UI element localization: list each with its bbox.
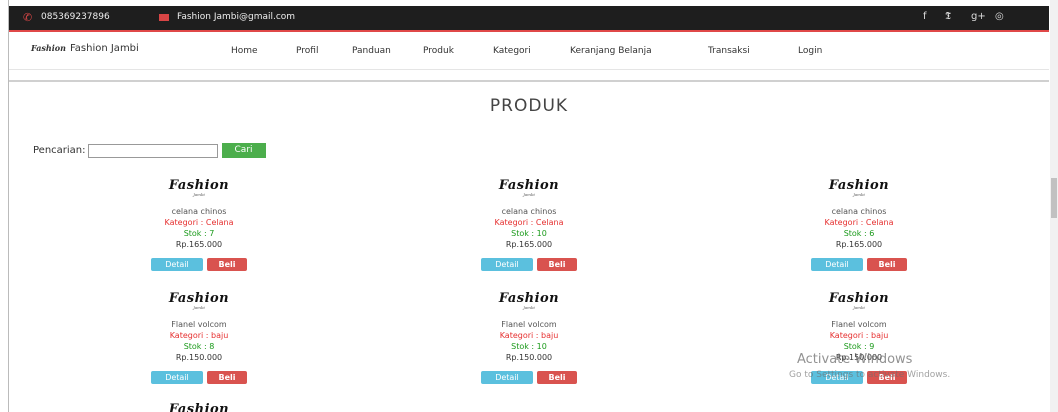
nav-home[interactable]: Home — [231, 46, 258, 56]
detail-button[interactable]: Detail — [151, 371, 203, 384]
product-actions: Detail Beli — [469, 258, 589, 271]
search-form: Pencarian: Cari — [33, 143, 266, 158]
search-input[interactable] — [87, 143, 218, 158]
product-actions: Detail Beli — [139, 258, 259, 271]
product-logo-sub: Jambi — [193, 192, 205, 197]
product-card: Fashion Jambi Flanel volcom Kategori : b… — [139, 291, 259, 384]
product-price: Rp.150.000 — [175, 353, 223, 362]
main-navbar: Fashion Fashion Jambi Home Profil Panduan… — [9, 30, 1049, 70]
beli-button[interactable]: Beli — [537, 371, 577, 384]
brand-name: Fashion Jambi — [69, 43, 139, 54]
product-logo-sub: Jambi — [853, 192, 865, 197]
nav-kategori[interactable]: Kategori — [493, 46, 531, 56]
nav-profil[interactable]: Profil — [296, 46, 318, 56]
brand-logo[interactable]: Fashion Fashion Jambi — [31, 43, 139, 54]
product-price: Rp.150.000 — [505, 353, 553, 362]
phone-number: 085369237896 — [41, 12, 110, 22]
email-address: Fashion Jambi@gmail.com — [177, 12, 296, 22]
product-category: Kategori : Celana — [824, 218, 894, 227]
product-price: Rp.165.000 — [835, 240, 883, 249]
nav-transaksi[interactable]: Transaksi — [708, 46, 750, 56]
phone-icon: ✆ — [23, 11, 33, 24]
product-name: celana chinos — [501, 207, 557, 216]
product-category: Kategori : Celana — [164, 218, 234, 227]
product-card: Fashion Jambi Flanel volcom Kategori : b… — [469, 291, 589, 384]
product-price: Rp.165.000 — [175, 240, 223, 249]
detail-button[interactable]: Detail — [481, 371, 533, 384]
google-plus-icon[interactable]: g+ — [971, 11, 986, 22]
product-name: Flanel volcom — [831, 320, 887, 329]
scrollbar-thumb[interactable] — [1051, 178, 1057, 218]
product-card: Fashion Jambi celana chinos Kategori : C… — [139, 178, 259, 271]
page-title: PRODUK — [489, 96, 569, 116]
product-stock: Stok : 10 — [511, 229, 547, 238]
product-logo: Fashion — [168, 291, 230, 306]
product-name: Flanel volcom — [171, 320, 227, 329]
product-card: Fashion Jambi celana chinos Kategori : C… — [469, 178, 589, 271]
windows-activation-hint: Go to Settings to activate Windows. — [789, 370, 951, 380]
detail-button[interactable]: Detail — [151, 258, 203, 271]
product-card: Fashion — [139, 402, 259, 412]
beli-button[interactable]: Beli — [207, 371, 247, 384]
nav-keranjang-belanja[interactable]: Keranjang Belanja — [570, 46, 652, 56]
product-actions: Detail Beli — [139, 371, 259, 384]
top-contact-bar: ✆ 085369237896 Fashion Jambi@gmail.com f… — [9, 6, 1049, 30]
product-logo-sub: Jambi — [523, 305, 535, 310]
product-name: Flanel volcom — [501, 320, 557, 329]
detail-button[interactable]: Detail — [481, 258, 533, 271]
product-logo: Fashion — [168, 402, 230, 412]
twitter-icon[interactable]: 𝕿 — [945, 11, 951, 22]
product-actions: Detail Beli — [469, 371, 589, 384]
detail-button[interactable]: Detail — [811, 258, 863, 271]
product-logo: Fashion — [498, 291, 560, 306]
product-stock: Stok : 9 — [843, 342, 875, 351]
browser-page: ✆ 085369237896 Fashion Jambi@gmail.com f… — [8, 0, 1050, 412]
product-logo: Fashion — [498, 178, 560, 193]
product-logo-sub: Jambi — [523, 192, 535, 197]
product-category: Kategori : baju — [829, 331, 889, 340]
product-actions: Detail Beli — [799, 258, 919, 271]
instagram-icon[interactable]: ◎ — [995, 11, 1004, 22]
nav-panduan[interactable]: Panduan — [352, 46, 391, 56]
product-category: Kategori : baju — [499, 331, 559, 340]
product-stock: Stok : 10 — [511, 342, 547, 351]
product-logo: Fashion — [828, 178, 890, 193]
product-category: Kategori : baju — [169, 331, 229, 340]
product-stock: Stok : 8 — [183, 342, 215, 351]
product-logo-sub: Jambi — [193, 305, 205, 310]
product-price: Rp.165.000 — [505, 240, 553, 249]
beli-button[interactable]: Beli — [207, 258, 247, 271]
product-stock: Stok : 6 — [843, 229, 875, 238]
search-label: Pencarian: — [33, 145, 86, 156]
brand-mark: Fashion — [31, 43, 66, 53]
search-button[interactable]: Cari — [221, 143, 266, 158]
product-name: celana chinos — [831, 207, 887, 216]
beli-button[interactable]: Beli — [867, 258, 907, 271]
product-stock: Stok : 7 — [183, 229, 215, 238]
product-card: Fashion Jambi celana chinos Kategori : C… — [799, 178, 919, 271]
facebook-icon[interactable]: f — [923, 11, 927, 22]
windows-activation-watermark: Activate Windows — [797, 352, 913, 367]
section-divider — [9, 80, 1049, 82]
nav-produk[interactable]: Produk — [423, 46, 454, 56]
product-logo: Fashion — [168, 178, 230, 193]
beli-button[interactable]: Beli — [537, 258, 577, 271]
product-logo-sub: Jambi — [853, 305, 865, 310]
product-name: celana chinos — [171, 207, 227, 216]
mail-icon — [159, 14, 169, 21]
product-category: Kategori : Celana — [494, 218, 564, 227]
product-logo: Fashion — [828, 291, 890, 306]
nav-login[interactable]: Login — [798, 46, 822, 56]
